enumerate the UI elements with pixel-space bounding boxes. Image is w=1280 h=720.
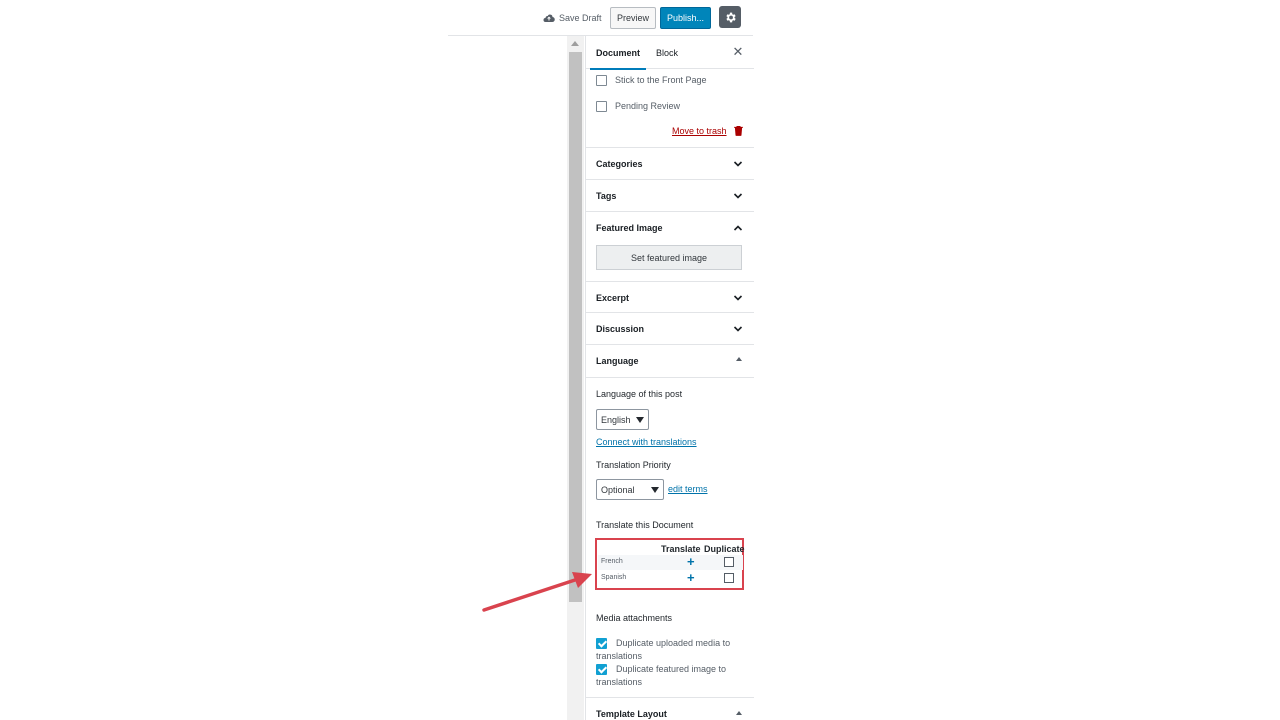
table-row: French + [598, 555, 743, 570]
duplicate-media-checkbox[interactable] [596, 638, 607, 649]
caret-up-icon[interactable] [736, 711, 742, 715]
media-attachments-label: Media attachments [596, 613, 673, 623]
tab-document[interactable]: Document [589, 36, 647, 70]
priority-select[interactable]: Optional [596, 479, 664, 500]
language-select[interactable]: English [596, 409, 649, 430]
excerpt-title: Excerpt [596, 292, 630, 303]
dropdown-caret-icon [651, 487, 659, 493]
duplicate-featured-checkbox[interactable] [596, 664, 607, 675]
duplicate-featured-label: Duplicate featured image to translations [596, 664, 727, 687]
pending-review-label: Pending Review [615, 101, 681, 111]
priority-select-value: Optional [601, 484, 635, 495]
tags-panel[interactable]: Tags [586, 179, 754, 211]
cloud-upload-icon [543, 14, 555, 23]
table-row: Spanish + [598, 571, 743, 586]
duplicate-checkbox[interactable] [724, 557, 734, 567]
language-name: Spanish [601, 574, 627, 581]
duplicate-media-option[interactable]: Duplicate uploaded media to translations [596, 637, 746, 663]
close-icon[interactable]: ✕ [732, 45, 744, 58]
discussion-panel[interactable]: Discussion [586, 312, 754, 344]
language-name: French [601, 558, 623, 565]
categories-panel[interactable]: Categories [586, 147, 754, 179]
tab-block[interactable]: Block [656, 36, 678, 69]
editor-toolbar: Save Draft Preview Publish... [0, 0, 1280, 36]
featured-image-panel[interactable]: Featured Image [586, 211, 754, 243]
set-featured-image-button[interactable]: Set featured image [596, 245, 742, 270]
chevron-down-icon [733, 295, 743, 301]
translation-table: Translate Duplicate French + Spanish + [595, 538, 745, 590]
categories-title: Categories [596, 158, 643, 169]
gear-icon [725, 12, 736, 22]
connect-translations-link[interactable]: Connect with translations [596, 437, 697, 447]
duplicate-media-label: Duplicate uploaded media to translations [596, 638, 731, 661]
stick-front-label: Stick to the Front Page [615, 75, 707, 85]
template-layout-panel[interactable]: Template Layout [586, 698, 754, 720]
stick-front-option[interactable]: Stick to the Front Page [596, 73, 707, 87]
tags-title: Tags [596, 190, 617, 201]
duplicate-checkbox[interactable] [724, 573, 734, 583]
move-to-trash-link[interactable]: Move to trash [672, 126, 727, 136]
save-draft-button[interactable]: Save Draft [543, 10, 602, 26]
settings-button[interactable] [719, 6, 741, 28]
sidebar-tabs: Document Block ✕ [586, 36, 754, 70]
language-select-value: English [601, 414, 631, 425]
discussion-title: Discussion [596, 323, 645, 334]
featured-image-title: Featured Image [596, 222, 663, 233]
pending-review-option[interactable]: Pending Review [596, 99, 680, 113]
add-translation-plus-icon[interactable]: + [687, 555, 695, 569]
chevron-down-icon [733, 326, 743, 332]
language-of-post-label: Language of this post [596, 389, 683, 399]
trash-icon[interactable] [734, 125, 743, 136]
preview-button[interactable]: Preview [610, 7, 656, 29]
annotation-arrow-icon [482, 572, 592, 612]
excerpt-panel[interactable]: Excerpt [586, 281, 754, 313]
translate-column-header: Translate [661, 544, 701, 554]
scroll-thumb[interactable] [569, 52, 582, 602]
pending-review-checkbox[interactable] [596, 100, 607, 112]
translation-priority-label: Translation Priority [596, 460, 671, 470]
stick-front-checkbox[interactable] [596, 74, 607, 86]
publish-button[interactable]: Publish... [660, 7, 711, 29]
settings-sidebar: Document Block ✕ Stick to the Front Page… [585, 36, 754, 720]
dropdown-caret-icon [636, 417, 644, 423]
duplicate-column-header: Duplicate [704, 544, 745, 554]
edit-terms-link[interactable]: edit terms [668, 484, 708, 494]
scroll-up-arrow-icon[interactable] [571, 41, 579, 46]
language-divider [586, 377, 754, 378]
scrollbar[interactable] [567, 36, 584, 720]
save-draft-label: Save Draft [559, 13, 602, 23]
chevron-down-icon [733, 161, 743, 167]
template-layout-title: Template Layout [596, 708, 667, 719]
duplicate-featured-option[interactable]: Duplicate featured image to translations [596, 663, 746, 689]
translate-document-label: Translate this Document [596, 520, 694, 530]
language-panel[interactable]: Language [586, 344, 754, 376]
add-translation-plus-icon[interactable]: + [687, 571, 695, 585]
caret-up-icon[interactable] [736, 357, 742, 361]
chevron-up-icon [733, 225, 743, 231]
chevron-down-icon [733, 193, 743, 199]
language-title: Language [596, 355, 639, 366]
